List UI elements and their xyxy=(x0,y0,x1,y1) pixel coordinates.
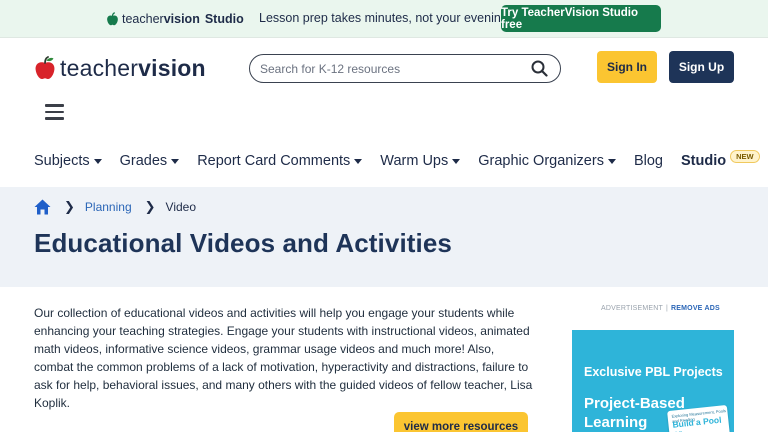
breadcrumb-current: Video xyxy=(165,200,197,214)
breadcrumb: ❯ Planning ❯ Video xyxy=(34,199,196,215)
caret-down-icon xyxy=(354,158,363,164)
promo-tagline: Lesson prep takes minutes, not your even… xyxy=(259,11,512,25)
search-input[interactable] xyxy=(260,61,520,76)
breadcrumb-planning[interactable]: Planning xyxy=(85,200,132,214)
apple-icon xyxy=(35,56,55,80)
nav-subjects[interactable]: Subjects xyxy=(34,153,102,169)
ad-headline: Exclusive PBL Projects xyxy=(584,365,723,379)
sign-up-button[interactable]: Sign Up xyxy=(669,51,734,83)
sign-in-button[interactable]: Sign In xyxy=(597,51,657,83)
promo-banner: teachervision Studio Lesson prep takes m… xyxy=(0,0,768,38)
studio-logo-text: teachervision xyxy=(122,12,200,26)
studio-logo[interactable]: teachervision Studio xyxy=(106,11,244,27)
nav-blog[interactable]: Blog xyxy=(634,153,663,169)
main-nav: Subjects Grades Report Card Comments War… xyxy=(34,149,760,172)
caret-down-icon xyxy=(93,158,102,164)
nav-grades[interactable]: Grades xyxy=(120,153,180,169)
nav-warm-ups[interactable]: Warm Ups xyxy=(380,153,461,169)
advertisement-banner[interactable]: Exclusive PBL Projects Project-Based Lea… xyxy=(572,330,734,432)
search-bar xyxy=(249,54,561,83)
chevron-right-icon: ❯ xyxy=(64,199,75,214)
logo-wordmark: teachervision xyxy=(60,54,206,81)
caret-down-icon xyxy=(452,158,461,164)
caret-down-icon xyxy=(171,158,180,164)
new-badge: NEW xyxy=(730,149,760,163)
caret-down-icon xyxy=(607,158,616,164)
search-icon[interactable] xyxy=(531,60,548,77)
try-studio-button[interactable]: Try TeacherVision Studio free xyxy=(501,5,661,32)
remove-ads-link[interactable]: REMOVE ADS xyxy=(671,305,720,312)
home-icon[interactable] xyxy=(34,199,51,215)
menu-icon[interactable] xyxy=(45,104,65,120)
studio-logo-suffix: Studio xyxy=(204,12,244,26)
advertisement-label: ADVERTISEMENT xyxy=(601,305,663,312)
nav-studio[interactable]: Studio xyxy=(681,153,726,169)
intro-paragraph: Our collection of educational videos and… xyxy=(34,306,533,410)
page-title: Educational Videos and Activities xyxy=(34,228,452,258)
nav-report-card-comments[interactable]: Report Card Comments xyxy=(197,153,363,169)
ad-label: ADVERTISEMENT | REMOVE ADS xyxy=(601,305,720,312)
nav-graphic-organizers[interactable]: Graphic Organizers xyxy=(478,153,616,169)
site-logo[interactable]: teachervision xyxy=(34,53,206,83)
view-more-resources-button[interactable]: view more resources xyxy=(394,412,528,432)
chevron-right-icon: ❯ xyxy=(144,199,156,214)
apple-icon xyxy=(107,12,118,26)
